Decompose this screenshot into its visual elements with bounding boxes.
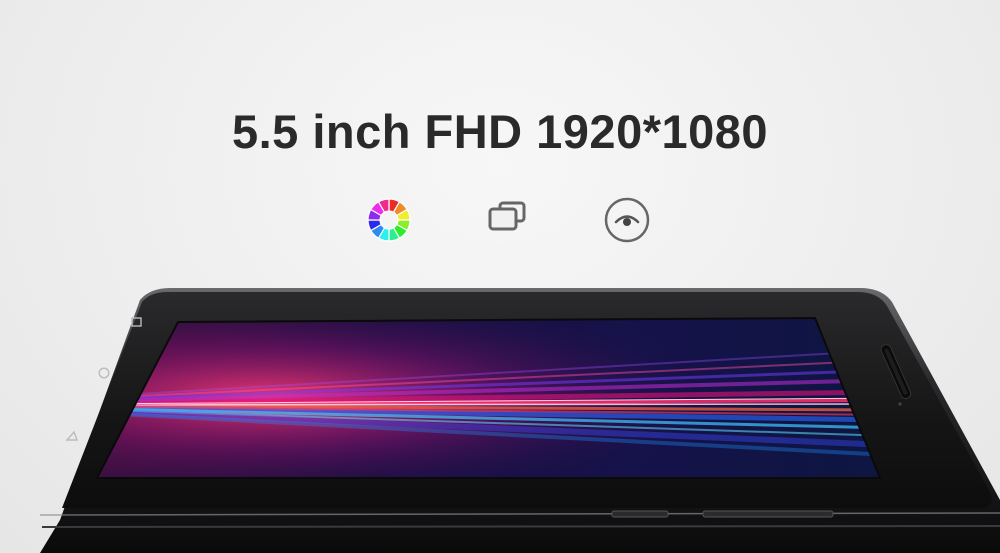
back-icon <box>65 430 79 441</box>
volume-button <box>702 510 834 518</box>
power-button <box>611 510 669 518</box>
home-icon <box>98 367 110 379</box>
sensor-dot <box>898 402 902 406</box>
phone-illustration <box>0 0 1000 553</box>
phone-screen <box>97 318 880 478</box>
light-streak <box>97 403 880 406</box>
